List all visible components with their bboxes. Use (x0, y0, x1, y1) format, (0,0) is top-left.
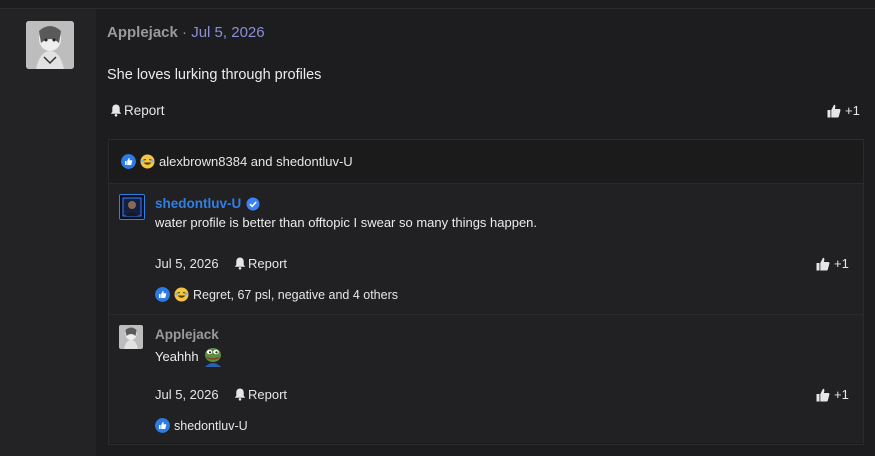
report-label: Report (124, 103, 165, 118)
thumbs-up-icon (816, 388, 830, 401)
like-count: +1 (834, 387, 849, 402)
thumbs-up-icon (816, 257, 830, 270)
like-button[interactable]: +1 (827, 103, 860, 118)
report-label: Report (248, 256, 288, 271)
laugh-reaction-icon (140, 154, 155, 169)
like-count: +1 (834, 256, 849, 271)
pepe-emoji-icon (204, 348, 221, 367)
reply-text: water profile is better than offtopic I … (155, 215, 538, 230)
replies-container: alexbrown8384 and shedontluv-U shedontlu… (108, 139, 864, 445)
bell-icon (234, 257, 246, 270)
reply-author[interactable]: shedontluv-U (155, 196, 260, 211)
header-separator: · (177, 24, 192, 41)
author-name[interactable]: Applejack (107, 24, 178, 41)
reply-author-name[interactable]: Applejack (155, 327, 219, 342)
reply-date[interactable]: Jul 5, 2026 (155, 387, 219, 402)
like-reaction-icon (155, 287, 170, 302)
reply-item: shedontluv-U water profile is better tha… (109, 184, 863, 314)
like-reaction-icon (155, 418, 170, 433)
post-date[interactable]: Jul 5, 2026 (191, 24, 264, 41)
post: Applejack · Jul 5, 2026 She loves lurkin… (0, 8, 875, 456)
reply-date[interactable]: Jul 5, 2026 (155, 256, 219, 271)
post-header: Applejack · Jul 5, 2026 (107, 24, 265, 41)
like-reaction-icon (121, 154, 136, 169)
report-button[interactable]: Report (110, 103, 165, 118)
like-button[interactable]: +1 (816, 387, 849, 402)
avatar[interactable] (26, 21, 74, 69)
verified-badge-icon (246, 197, 260, 210)
thumbs-up-icon (827, 104, 841, 117)
reply-author-name: shedontluv-U (155, 196, 242, 211)
reactions-text: shedontluv-U (174, 418, 248, 433)
like-count: +1 (845, 103, 860, 118)
reply-text-content: Yeahhh (155, 348, 199, 364)
reply-text: Yeahhh (155, 345, 224, 367)
reply-reactions[interactable]: shedontluv-U (155, 418, 248, 433)
laugh-reaction-icon (174, 287, 189, 302)
user-column (0, 9, 96, 456)
avatar[interactable] (119, 194, 145, 220)
post-body: She loves lurking through profiles (107, 67, 322, 83)
avatar[interactable] (119, 325, 143, 349)
post-reactions[interactable]: alexbrown8384 and shedontluv-U (121, 154, 353, 169)
report-button[interactable]: Report (234, 387, 287, 402)
like-button[interactable]: +1 (816, 256, 849, 271)
bell-icon (110, 104, 122, 117)
report-button[interactable]: Report (234, 256, 287, 271)
reactions-text: Regret, 67 psl, negative and 4 others (193, 287, 398, 302)
reactions-text: alexbrown8384 and shedontluv-U (159, 154, 353, 169)
reply-reactions[interactable]: Regret, 67 psl, negative and 4 others (155, 287, 398, 302)
report-label: Report (248, 387, 288, 402)
bell-icon (234, 388, 246, 401)
reply-item: Applejack Yeahhh Jul 5, 2026 Report +1 s… (109, 315, 863, 443)
